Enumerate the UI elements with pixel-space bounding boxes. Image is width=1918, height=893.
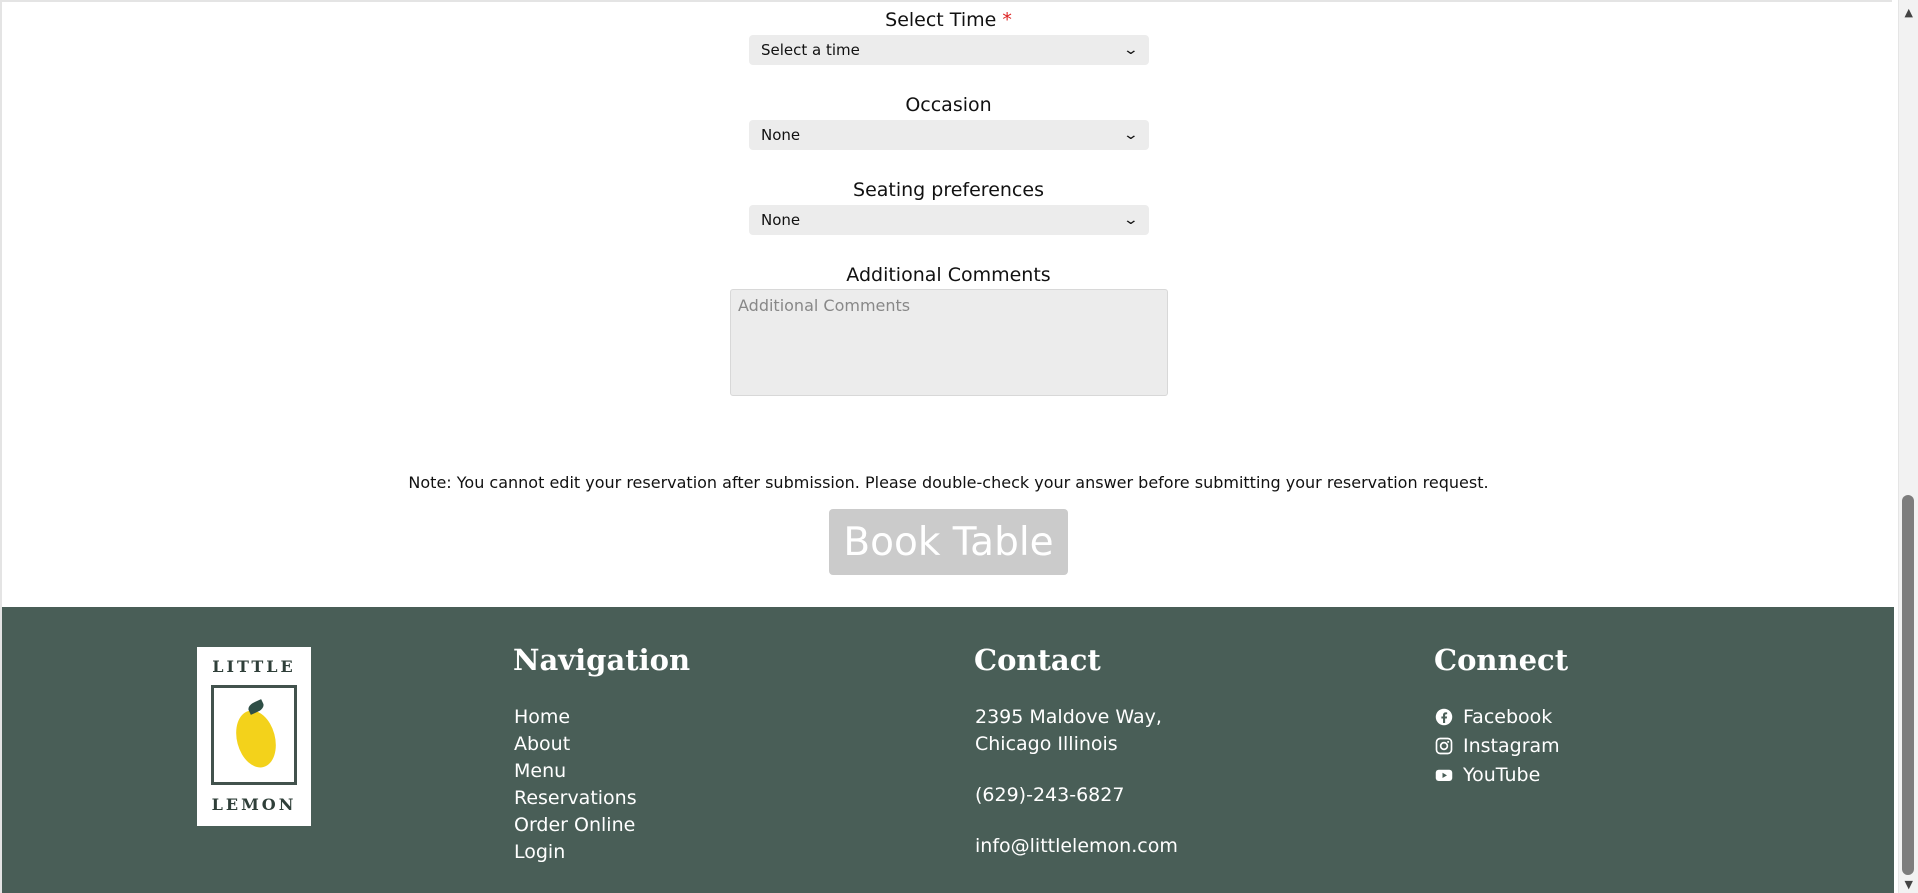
comments-label: Additional Comments <box>846 264 1051 286</box>
submission-note: Note: You cannot edit your reservation a… <box>408 473 1489 492</box>
seating-label: Seating preferences <box>853 179 1044 201</box>
contact-email[interactable]: info@littlelemon.com <box>975 835 1178 857</box>
logo-top-text: LITTLE <box>212 657 296 676</box>
required-asterisk: * <box>1002 9 1012 31</box>
time-select-value: Select a time <box>761 41 860 59</box>
occasion-label: Occasion <box>905 94 992 116</box>
chevron-down-icon: ⌄ <box>1122 42 1140 58</box>
scroll-down-arrow-icon[interactable]: ▼ <box>1905 878 1913 891</box>
nav-link-login[interactable]: Login <box>514 841 565 863</box>
little-lemon-logo: LITTLE LEMON <box>197 647 311 826</box>
vertical-scrollbar[interactable]: ▲ ▼ <box>1898 0 1918 893</box>
occasion-select[interactable]: None ⌄ <box>749 120 1149 150</box>
chevron-down-icon: ⌄ <box>1122 212 1140 228</box>
facebook-label: Facebook <box>1463 706 1553 728</box>
logo-bottom-text: LEMON <box>211 795 297 814</box>
footer: LITTLE LEMON Navigation Home About Menu … <box>2 607 1894 893</box>
time-select[interactable]: Select a time ⌄ <box>749 35 1149 65</box>
instagram-icon <box>1435 737 1453 755</box>
occasion-select-value: None <box>761 126 801 144</box>
youtube-label: YouTube <box>1463 764 1541 786</box>
instagram-label: Instagram <box>1463 735 1560 757</box>
connect-title: Connect <box>1434 643 1569 677</box>
nav-link-menu[interactable]: Menu <box>514 760 566 782</box>
reservation-form: Select Time * Select a time ⌄ Occasion N… <box>0 0 1894 607</box>
lemon-icon <box>230 706 282 772</box>
contact-address-line1: 2395 Maldove Way, <box>975 706 1162 728</box>
social-link-facebook[interactable]: Facebook <box>1435 706 1552 728</box>
facebook-icon <box>1435 708 1453 726</box>
comments-textarea[interactable]: Additional Comments <box>730 289 1168 396</box>
nav-link-about[interactable]: About <box>514 733 570 755</box>
social-link-youtube[interactable]: YouTube <box>1435 764 1540 786</box>
select-time-label: Select Time * <box>0 9 1897 31</box>
social-link-instagram[interactable]: Instagram <box>1435 735 1560 757</box>
select-time-text: Select Time <box>885 9 997 31</box>
nav-link-home[interactable]: Home <box>514 706 570 728</box>
contact-address-line2: Chicago Illinois <box>975 733 1118 755</box>
logo-frame <box>211 685 297 785</box>
contact-phone: (629)-243-6827 <box>975 784 1125 806</box>
navigation-title: Navigation <box>513 643 691 677</box>
chevron-down-icon: ⌄ <box>1122 127 1140 143</box>
nav-link-reservations[interactable]: Reservations <box>514 787 637 809</box>
scrollbar-thumb[interactable] <box>1902 495 1914 875</box>
contact-title: Contact <box>974 643 1101 677</box>
youtube-icon <box>1435 769 1453 781</box>
seating-select-value: None <box>761 211 801 229</box>
scroll-up-arrow-icon[interactable]: ▲ <box>1905 6 1913 19</box>
nav-link-order-online[interactable]: Order Online <box>514 814 635 836</box>
book-table-button[interactable]: Book Table <box>829 509 1068 575</box>
seating-select[interactable]: None ⌄ <box>749 205 1149 235</box>
